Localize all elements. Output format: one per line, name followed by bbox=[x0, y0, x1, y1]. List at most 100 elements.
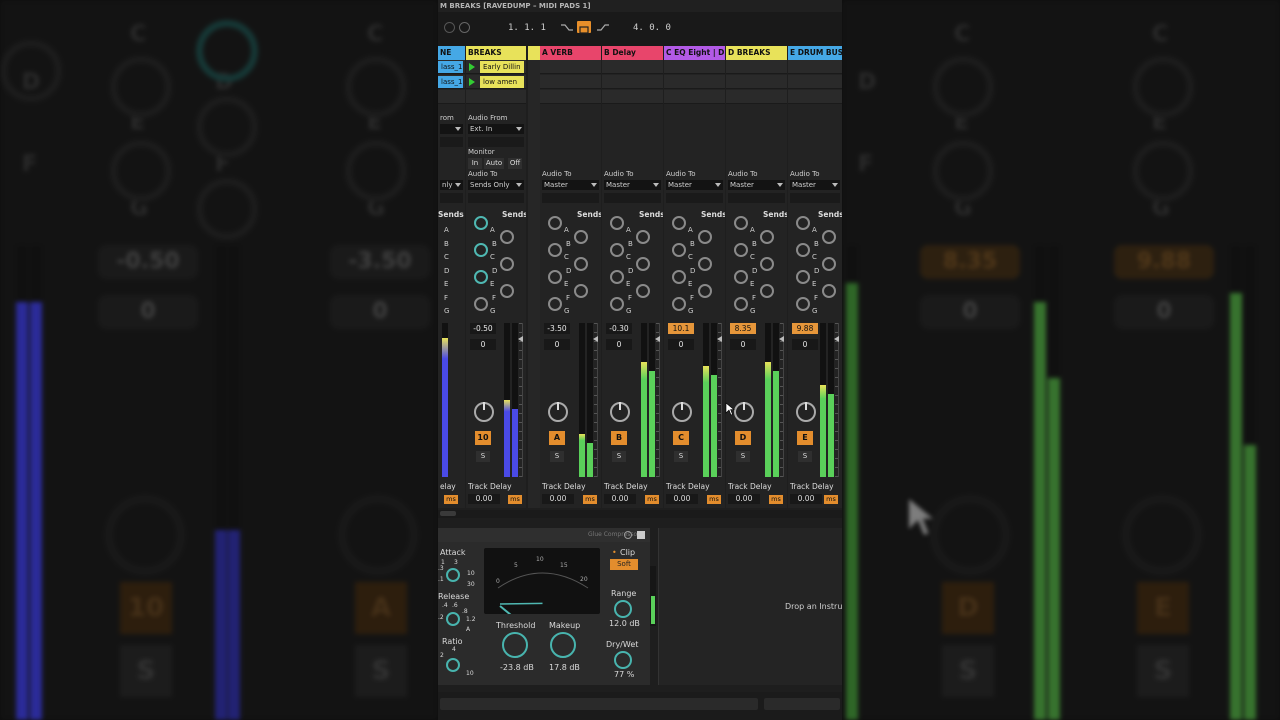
volume-value[interactable]: 8.35 bbox=[730, 323, 756, 334]
send-knob[interactable] bbox=[500, 229, 514, 244]
track-delay-value[interactable]: 0.00 bbox=[468, 494, 500, 504]
send-knob[interactable] bbox=[796, 216, 810, 230]
audio-to-select[interactable]: Master bbox=[728, 180, 785, 190]
send-knob[interactable] bbox=[760, 229, 774, 244]
send-knob[interactable] bbox=[796, 270, 810, 284]
send-knob[interactable] bbox=[610, 216, 624, 230]
send-knob[interactable] bbox=[610, 270, 624, 284]
send-knob[interactable] bbox=[474, 216, 488, 230]
send-knob[interactable] bbox=[672, 216, 686, 230]
send-knob[interactable] bbox=[822, 256, 836, 271]
solo-button[interactable]: S bbox=[550, 451, 564, 462]
audio-to-select[interactable]: Master bbox=[790, 180, 840, 190]
pan-value[interactable]: 0 bbox=[668, 339, 694, 350]
range-value[interactable]: 12.0 dB bbox=[609, 619, 640, 628]
monitor-auto-button[interactable]: Auto bbox=[484, 158, 504, 169]
solo-button[interactable]: S bbox=[736, 451, 750, 462]
volume-value[interactable]: -0.50 bbox=[470, 323, 496, 334]
volume-fader-handle[interactable] bbox=[655, 336, 660, 342]
send-knob[interactable] bbox=[734, 297, 748, 311]
pan-value[interactable]: 0 bbox=[470, 339, 496, 350]
ms-unit-button[interactable]: ms bbox=[645, 495, 659, 504]
clip-slot[interactable] bbox=[726, 90, 787, 104]
track-delay-value[interactable]: 0.00 bbox=[604, 494, 636, 504]
track-activator-button[interactable]: C bbox=[673, 431, 689, 445]
track-header[interactable]: A VERB bbox=[540, 46, 601, 60]
output-channel-select[interactable] bbox=[666, 193, 723, 203]
pan-knob[interactable] bbox=[796, 402, 816, 422]
output-channel-select[interactable] bbox=[728, 193, 785, 203]
track-header[interactable] bbox=[528, 46, 540, 60]
audio-to-select[interactable]: Sends Only bbox=[468, 180, 524, 190]
send-knob[interactable] bbox=[698, 256, 712, 271]
send-knob[interactable] bbox=[698, 229, 712, 244]
punch-in-icon[interactable] bbox=[560, 22, 574, 32]
send-knob[interactable] bbox=[548, 270, 562, 284]
solo-button[interactable]: S bbox=[612, 451, 626, 462]
clip-slot[interactable] bbox=[540, 90, 601, 104]
track-header[interactable]: E DRUM BUS bbox=[788, 46, 842, 60]
clip-launch-icon[interactable] bbox=[469, 63, 475, 71]
output-channel-select[interactable] bbox=[542, 193, 599, 203]
loop-length[interactable]: 4. 0. 0 bbox=[633, 23, 671, 33]
send-knob[interactable] bbox=[500, 256, 514, 271]
clip[interactable]: low amen bbox=[480, 76, 524, 88]
range-knob[interactable] bbox=[614, 600, 632, 618]
attack-knob[interactable] bbox=[446, 568, 460, 582]
clip-slot[interactable] bbox=[602, 60, 663, 74]
volume-value[interactable]: -3.50 bbox=[544, 323, 570, 334]
send-knob[interactable] bbox=[636, 229, 650, 244]
pan-value[interactable]: 0 bbox=[792, 339, 818, 350]
send-knob[interactable] bbox=[500, 283, 514, 298]
clip-slot[interactable] bbox=[726, 60, 787, 74]
pan-value[interactable]: 0 bbox=[544, 339, 570, 350]
track-delay-value[interactable]: 0.00 bbox=[666, 494, 698, 504]
track-activator-button[interactable]: 10 bbox=[475, 431, 491, 445]
clip-slot[interactable]: Early Dillin bbox=[466, 60, 526, 74]
clip-slot[interactable] bbox=[438, 90, 465, 104]
track-activator-button[interactable]: A bbox=[549, 431, 565, 445]
ms-unit-button[interactable]: ms bbox=[824, 495, 838, 504]
clip-slot[interactable] bbox=[788, 90, 842, 104]
send-knob[interactable] bbox=[734, 216, 748, 230]
clip[interactable]: lass_13 bbox=[438, 61, 463, 73]
clip[interactable]: Early Dillin bbox=[480, 61, 524, 73]
audio-to-select[interactable]: Master bbox=[542, 180, 599, 190]
send-knob[interactable] bbox=[574, 283, 588, 298]
device-settings-icon[interactable] bbox=[624, 531, 632, 539]
send-knob[interactable] bbox=[796, 243, 810, 257]
track-header[interactable]: D BREAKS bbox=[726, 46, 787, 60]
solo-button[interactable]: S bbox=[674, 451, 688, 462]
output-channel-select[interactable] bbox=[440, 193, 463, 203]
volume-fader-handle[interactable] bbox=[779, 336, 784, 342]
volume-fader-handle[interactable] bbox=[717, 336, 722, 342]
input-channel-select[interactable] bbox=[468, 137, 524, 147]
clip-slot[interactable] bbox=[664, 75, 725, 89]
threshold-knob[interactable] bbox=[502, 632, 528, 658]
ms-unit-button[interactable]: ms bbox=[769, 495, 783, 504]
send-knob[interactable] bbox=[672, 243, 686, 257]
track-header[interactable]: NE bbox=[438, 46, 465, 60]
release-knob[interactable] bbox=[446, 612, 460, 626]
pan-knob[interactable] bbox=[548, 402, 568, 422]
ms-unit-button[interactable]: ms bbox=[508, 495, 522, 504]
track-activator-button[interactable]: D bbox=[735, 431, 751, 445]
send-knob[interactable] bbox=[548, 243, 562, 257]
output-channel-select[interactable] bbox=[468, 193, 524, 203]
pan-knob[interactable] bbox=[610, 402, 630, 422]
soft-clip-button[interactable]: Soft bbox=[610, 559, 638, 570]
clip-slot[interactable]: lass_13 bbox=[438, 60, 465, 74]
pan-knob[interactable] bbox=[474, 402, 494, 422]
pan-value[interactable]: 0 bbox=[606, 339, 632, 350]
send-knob[interactable] bbox=[636, 283, 650, 298]
send-knob[interactable] bbox=[734, 243, 748, 257]
clip-slot[interactable] bbox=[664, 90, 725, 104]
metronome-icon[interactable] bbox=[444, 22, 455, 33]
audio-to-select[interactable]: Master bbox=[604, 180, 661, 190]
arrangement-position[interactable]: 1. 1. 1 bbox=[508, 23, 546, 33]
clip-slot[interactable] bbox=[540, 60, 601, 74]
audio-to-select[interactable]: Master bbox=[666, 180, 723, 190]
track-activator-button[interactable]: B bbox=[611, 431, 627, 445]
track-header[interactable]: B Delay bbox=[602, 46, 663, 60]
volume-fader-handle[interactable] bbox=[834, 336, 839, 342]
